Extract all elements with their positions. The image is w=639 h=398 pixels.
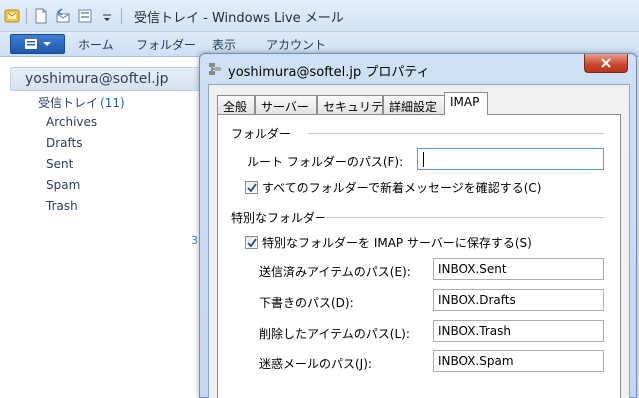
folder-pane: yoshimura@softel.jp 受信トレイ (11) Archives D… — [0, 57, 220, 398]
quick-access-toolbar — [4, 6, 128, 26]
toolbar-separator — [26, 8, 27, 24]
tab-view[interactable]: 表示 — [212, 36, 236, 53]
properties-icon — [208, 62, 222, 76]
account-name: yoshimura@softel.jp — [25, 71, 169, 87]
close-button[interactable] — [584, 54, 628, 73]
tab-advanced[interactable]: 詳細設定 — [383, 95, 445, 114]
send-receive-icon[interactable] — [77, 8, 93, 24]
app-menu-button[interactable] — [10, 34, 65, 54]
deleted-path-input[interactable]: INBOX.Trash — [433, 320, 604, 342]
dialog-title-bar[interactable]: yoshimura@softel.jp プロパティ — [200, 54, 636, 84]
group-divider — [308, 133, 604, 134]
dialog-body: 全般 サーバー セキュリティ 詳細設定 IMAP フォルダー ルート フォルダー… — [208, 84, 630, 398]
dropdown-icon[interactable] — [99, 8, 115, 24]
tab-security[interactable]: セキュリティ — [317, 95, 394, 114]
checkbox-box — [245, 236, 258, 249]
checkbox-box — [245, 181, 258, 194]
reply-icon[interactable] — [55, 8, 71, 24]
folder-item-trash[interactable]: Trash — [46, 199, 78, 213]
sent-path-label: 送信済みアイテムのパス(E): — [259, 265, 411, 279]
deleted-path-label: 削除したアイテムのパス(L): — [259, 327, 410, 341]
folder-label: 受信トレイ — [38, 96, 99, 110]
window-title: 受信トレイ - Windows Live メール — [134, 11, 344, 26]
group-title-special-folders: 特別なフォルダー — [231, 211, 328, 225]
text-caret — [423, 152, 424, 167]
group-divider — [324, 217, 604, 218]
folder-item-archives[interactable]: Archives — [46, 115, 97, 129]
sent-path-input[interactable]: INBOX.Sent — [433, 258, 604, 280]
new-mail-icon[interactable] — [33, 8, 49, 24]
properties-dialog: yoshimura@softel.jp プロパティ 全般 サーバー セキュリティ… — [199, 53, 637, 398]
folder-item-spam[interactable]: Spam — [46, 178, 80, 192]
tab-home[interactable]: ホーム — [78, 36, 114, 53]
group-title-folder: フォルダー — [231, 127, 292, 141]
root-path-label: ルート フォルダーのパス(F): — [247, 155, 404, 169]
app-menu-icon — [24, 39, 51, 49]
junk-path-input[interactable]: INBOX.Spam — [433, 350, 604, 372]
store-special-folders-checkbox[interactable]: 特別なフォルダーを IMAP サーバーに保存する(S) — [245, 234, 532, 251]
tab-general[interactable]: 全般 — [217, 95, 255, 114]
tab-servers[interactable]: サーバー — [255, 95, 317, 114]
check-all-folders-checkbox[interactable]: すべてのフォルダーで新着メッセージを確認する(C) — [245, 179, 541, 196]
imap-tab-panel: フォルダー ルート フォルダーのパス(F): すべてのフォルダーで新着メッセージ… — [217, 114, 621, 398]
dialog-title: yoshimura@softel.jp プロパティ — [228, 65, 430, 80]
folder-item-drafts[interactable]: Drafts — [46, 136, 83, 150]
tab-folders[interactable]: フォルダー — [136, 36, 196, 53]
checkmark-icon — [246, 237, 257, 247]
toolbar-separator — [121, 8, 122, 24]
unread-count: (11) — [100, 96, 125, 110]
drafts-path-label: 下書きのパス(D): — [259, 296, 354, 310]
drafts-path-input[interactable]: INBOX.Drafts — [433, 289, 604, 311]
checkmark-icon — [246, 182, 257, 192]
folder-item-inbox[interactable]: 受信トレイ (11) — [38, 94, 125, 111]
account-header[interactable]: yoshimura@softel.jp — [10, 67, 215, 91]
title-bar: 受信トレイ - Windows Live メール — [0, 0, 639, 32]
tab-imap[interactable]: IMAP — [444, 92, 488, 115]
app-icon[interactable] — [4, 8, 20, 24]
junk-path-label: 迷惑メールのパス(J): — [259, 357, 372, 371]
folder-item-sent[interactable]: Sent — [46, 157, 73, 171]
root-path-input[interactable] — [417, 148, 604, 170]
tab-account[interactable]: アカウント — [266, 36, 326, 53]
store-special-folders-label: 特別なフォルダーを IMAP サーバーに保存する(S) — [262, 236, 532, 250]
check-all-folders-label: すべてのフォルダーで新着メッセージを確認する(C) — [262, 181, 542, 195]
close-icon — [601, 58, 611, 68]
